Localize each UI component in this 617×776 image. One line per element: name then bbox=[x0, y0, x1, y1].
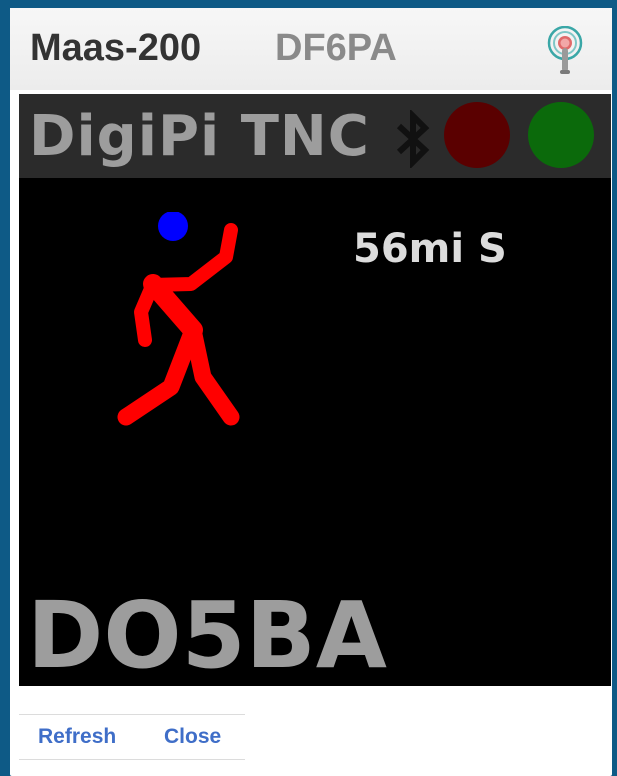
callsign: DF6PA bbox=[275, 27, 397, 69]
podcast-icon[interactable] bbox=[547, 26, 583, 76]
refresh-button[interactable]: Refresh bbox=[38, 725, 116, 749]
distance-label: 56mi S bbox=[353, 226, 507, 272]
red-status-led bbox=[444, 102, 510, 168]
aprs-display: DigiPi TNC 56mi S DO5BA bbox=[19, 94, 611, 686]
bluetooth-icon bbox=[396, 110, 430, 168]
close-button[interactable]: Close bbox=[164, 725, 221, 749]
dialog-window: Maas-200 DF6PA DigiPi TNC 56mi S DO5BA R… bbox=[10, 8, 612, 776]
runner-icon bbox=[117, 212, 240, 426]
station-callsign: DO5BA bbox=[27, 582, 387, 686]
dialog-footer: Refresh Close bbox=[19, 714, 245, 760]
green-status-led bbox=[528, 102, 594, 168]
station-name: Maas-200 bbox=[30, 27, 202, 69]
dialog-header: Maas-200 DF6PA bbox=[10, 8, 612, 90]
tnc-title: DigiPi TNC bbox=[29, 104, 370, 169]
display-topbar: DigiPi TNC bbox=[19, 94, 611, 178]
